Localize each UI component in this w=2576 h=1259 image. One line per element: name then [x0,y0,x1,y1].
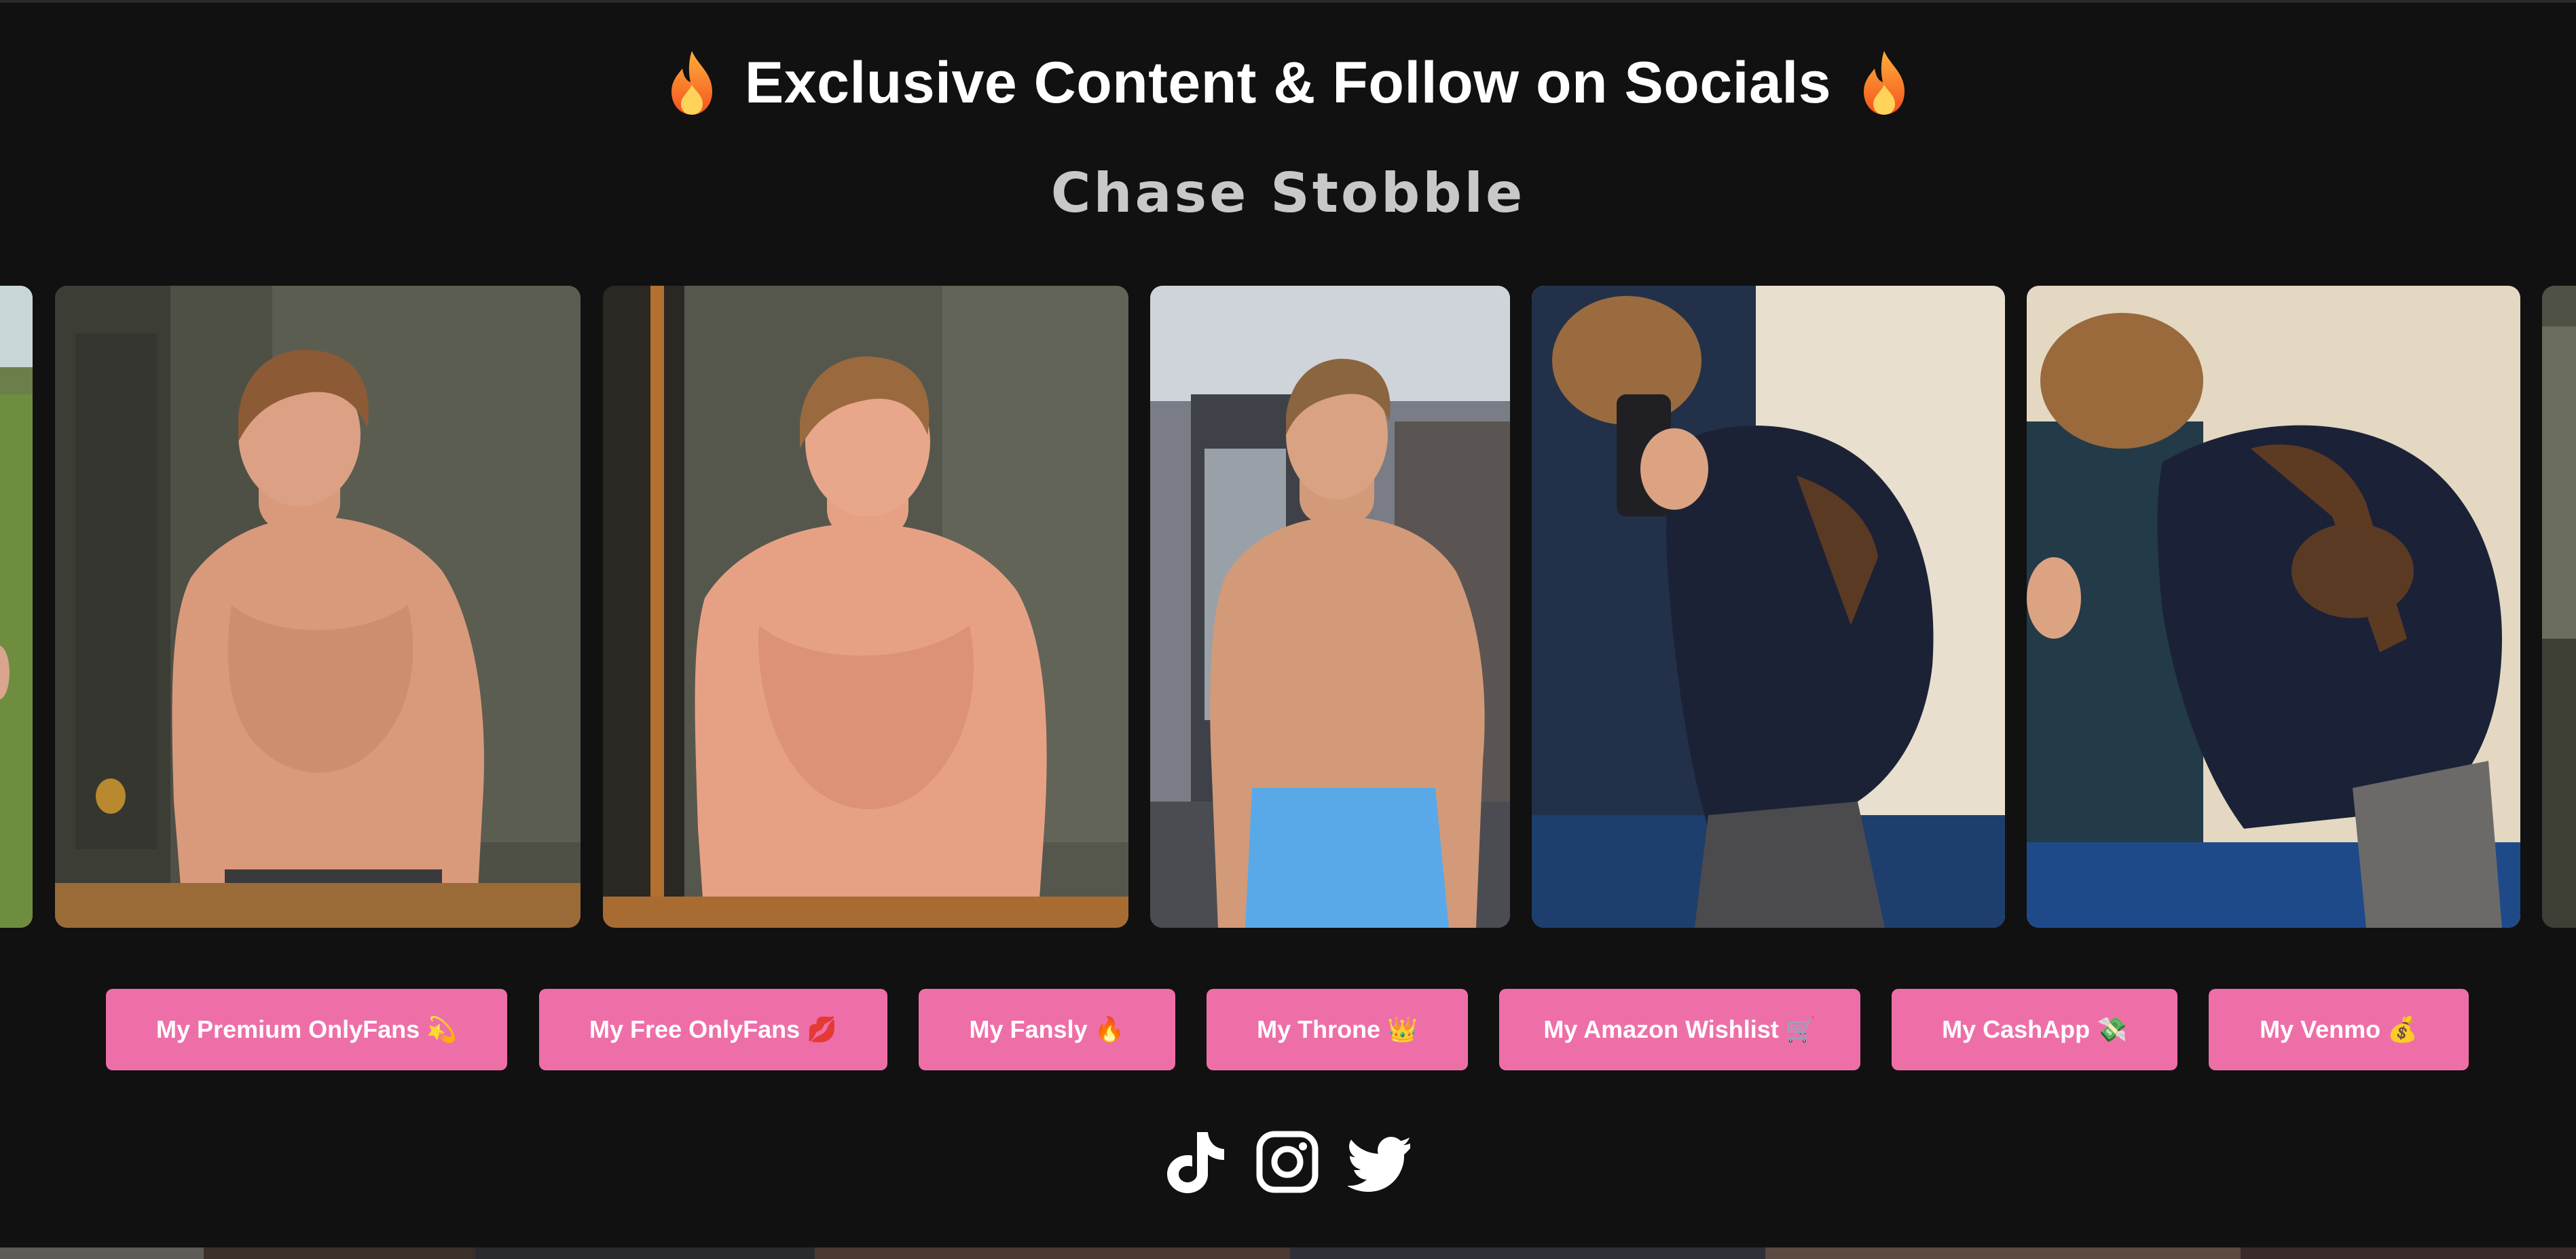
cashapp-button[interactable]: My CashApp 💸 [1892,989,2177,1070]
preview-segment [204,1247,475,1259]
top-border [0,0,2576,3]
photo-carousel[interactable] [0,286,2576,929]
instagram-icon[interactable] [1256,1129,1319,1195]
twitter-icon[interactable] [1347,1129,1411,1195]
free-onlyfans-button[interactable]: My Free OnlyFans 💋 [539,989,887,1070]
link-buttons: My Premium OnlyFans 💫 My Free OnlyFans 💋… [0,989,2576,1072]
premium-onlyfans-button[interactable]: My Premium OnlyFans 💫 [106,989,507,1070]
throne-button[interactable]: My Throne 👑 [1207,989,1468,1070]
next-section-preview [0,1247,2576,1259]
gallery-photo-4[interactable] [1532,286,2005,928]
preview-segment [0,1247,204,1259]
gallery-photo-partial-right[interactable] [2542,286,2576,928]
social-links [0,1129,2576,1197]
preview-segment [1290,1247,1765,1259]
tiktok-icon[interactable] [1164,1129,1227,1195]
fire-emoji-icon [666,50,718,116]
preview-segment [2241,1247,2576,1259]
gallery-photo-partial-left[interactable] [0,286,33,928]
gallery-photo-1[interactable] [55,286,581,928]
header: Exclusive Content & Follow on Socials [0,42,2576,124]
creator-name: Chase Stobble [1050,162,1526,225]
venmo-button[interactable]: My Venmo 💰 [2209,989,2469,1070]
gallery-photo-3[interactable] [1150,286,1510,928]
fansly-button[interactable]: My Fansly 🔥 [919,989,1175,1070]
page: Exclusive Content & Follow on Socials Ch… [0,0,2576,1259]
gallery-photo-2[interactable] [603,286,1128,928]
amazon-wishlist-button[interactable]: My Amazon Wishlist 🛒 [1499,989,1860,1070]
preview-segment [475,1247,815,1259]
fire-emoji-icon [1858,50,1910,116]
preview-segment [815,1247,1290,1259]
preview-segment [1765,1247,2241,1259]
gallery-photo-5[interactable] [2027,286,2520,928]
page-title: Exclusive Content & Follow on Socials [744,50,1832,115]
